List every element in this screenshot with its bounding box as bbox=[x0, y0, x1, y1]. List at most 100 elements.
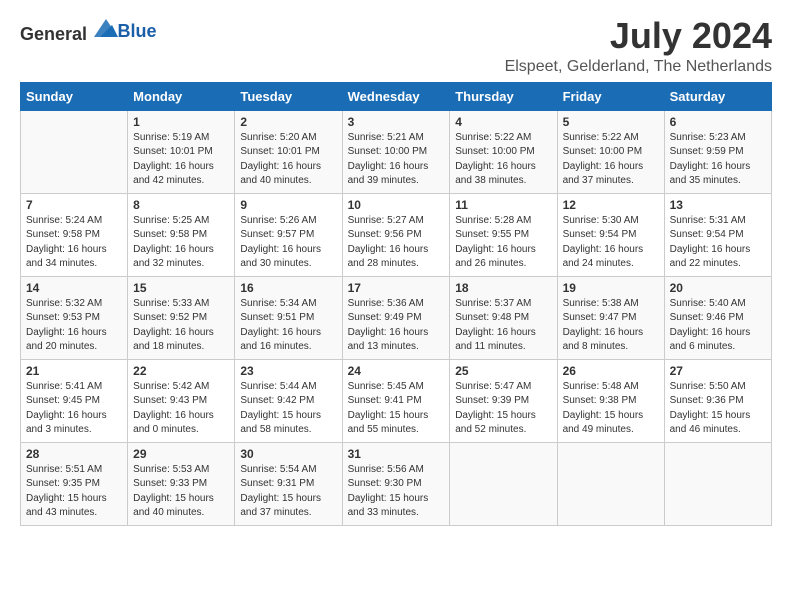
calendar-cell: 17 Sunrise: 5:36 AMSunset: 9:49 PMDayligh… bbox=[342, 276, 450, 359]
day-number: 4 bbox=[455, 115, 551, 129]
day-info: Sunrise: 5:21 AMSunset: 10:00 PMDaylight… bbox=[348, 131, 445, 189]
calendar-header-row: SundayMondayTuesdayWednesdayThursdayFrid… bbox=[21, 82, 772, 110]
calendar-cell: 31 Sunrise: 5:56 AMSunset: 9:30 PMDayligh… bbox=[342, 442, 450, 525]
calendar-cell: 1Sunrise: 5:19 AMSunset: 10:01 PMDayligh… bbox=[128, 110, 235, 193]
column-header-wednesday: Wednesday bbox=[342, 82, 450, 110]
day-info: Sunrise: 5:45 AMSunset: 9:41 PMDaylight:… bbox=[348, 380, 445, 438]
calendar-table: SundayMondayTuesdayWednesdayThursdayFrid… bbox=[20, 82, 772, 526]
day-info: Sunrise: 5:41 AMSunset: 9:45 PMDaylight:… bbox=[26, 380, 122, 438]
calendar-body: 1Sunrise: 5:19 AMSunset: 10:01 PMDayligh… bbox=[21, 110, 772, 525]
day-number: 27 bbox=[670, 364, 766, 378]
calendar-cell: 20 Sunrise: 5:40 AMSunset: 9:46 PMDayligh… bbox=[664, 276, 771, 359]
calendar-cell: 9 Sunrise: 5:26 AMSunset: 9:57 PMDaylight… bbox=[235, 193, 342, 276]
day-info: Sunrise: 5:28 AMSunset: 9:55 PMDaylight:… bbox=[455, 214, 551, 272]
day-number: 29 bbox=[133, 447, 229, 461]
day-info: Sunrise: 5:38 AMSunset: 9:47 PMDaylight:… bbox=[563, 297, 659, 355]
month-title: July 2024 bbox=[505, 16, 772, 56]
calendar-cell: 19Sunrise: 5:38 AMSunset: 9:47 PMDayligh… bbox=[557, 276, 664, 359]
page-header: General Blue July 2024 Elspeet, Gelderla… bbox=[20, 16, 772, 76]
calendar-cell bbox=[664, 442, 771, 525]
day-number: 5 bbox=[563, 115, 659, 129]
day-number: 18 bbox=[455, 281, 551, 295]
calendar-cell: 11 Sunrise: 5:28 AMSunset: 9:55 PMDayligh… bbox=[450, 193, 557, 276]
day-number: 9 bbox=[240, 198, 336, 212]
title-area: July 2024 Elspeet, Gelderland, The Nethe… bbox=[505, 16, 772, 76]
day-number: 10 bbox=[348, 198, 445, 212]
day-info: Sunrise: 5:22 AMSunset: 10:00 PMDaylight… bbox=[563, 131, 659, 189]
column-header-monday: Monday bbox=[128, 82, 235, 110]
column-header-tuesday: Tuesday bbox=[235, 82, 342, 110]
logo-icon bbox=[94, 16, 118, 40]
day-info: Sunrise: 5:40 AMSunset: 9:46 PMDaylight:… bbox=[670, 297, 766, 355]
calendar-cell: 27 Sunrise: 5:50 AMSunset: 9:36 PMDayligh… bbox=[664, 359, 771, 442]
calendar-cell: 4 Sunrise: 5:22 AMSunset: 10:00 PMDayligh… bbox=[450, 110, 557, 193]
day-info: Sunrise: 5:56 AMSunset: 9:30 PMDaylight:… bbox=[348, 463, 445, 521]
day-info: Sunrise: 5:47 AMSunset: 9:39 PMDaylight:… bbox=[455, 380, 551, 438]
day-number: 17 bbox=[348, 281, 445, 295]
calendar-cell: 29 Sunrise: 5:53 AMSunset: 9:33 PMDayligh… bbox=[128, 442, 235, 525]
day-number: 23 bbox=[240, 364, 336, 378]
day-info: Sunrise: 5:31 AMSunset: 9:54 PMDaylight:… bbox=[670, 214, 766, 272]
calendar-cell: 23Sunrise: 5:44 AMSunset: 9:42 PMDayligh… bbox=[235, 359, 342, 442]
calendar-cell: 2Sunrise: 5:20 AMSunset: 10:01 PMDayligh… bbox=[235, 110, 342, 193]
day-number: 21 bbox=[26, 364, 122, 378]
location-subtitle: Elspeet, Gelderland, The Netherlands bbox=[505, 58, 772, 76]
calendar-cell: 16 Sunrise: 5:34 AMSunset: 9:51 PMDayligh… bbox=[235, 276, 342, 359]
calendar-cell: 13 Sunrise: 5:31 AMSunset: 9:54 PMDayligh… bbox=[664, 193, 771, 276]
day-number: 13 bbox=[670, 198, 766, 212]
calendar-cell bbox=[557, 442, 664, 525]
day-number: 20 bbox=[670, 281, 766, 295]
day-info: Sunrise: 5:27 AMSunset: 9:56 PMDaylight:… bbox=[348, 214, 445, 272]
calendar-cell: 22Sunrise: 5:42 AMSunset: 9:43 PMDayligh… bbox=[128, 359, 235, 442]
calendar-week-row: 1Sunrise: 5:19 AMSunset: 10:01 PMDayligh… bbox=[21, 110, 772, 193]
calendar-week-row: 21 Sunrise: 5:41 AMSunset: 9:45 PMDayligh… bbox=[21, 359, 772, 442]
logo-general: General bbox=[20, 24, 87, 44]
calendar-cell: 15Sunrise: 5:33 AMSunset: 9:52 PMDayligh… bbox=[128, 276, 235, 359]
calendar-cell: 14Sunrise: 5:32 AMSunset: 9:53 PMDayligh… bbox=[21, 276, 128, 359]
day-number: 24 bbox=[348, 364, 445, 378]
day-info: Sunrise: 5:54 AMSunset: 9:31 PMDaylight:… bbox=[240, 463, 336, 521]
day-info: Sunrise: 5:25 AMSunset: 9:58 PMDaylight:… bbox=[133, 214, 229, 272]
day-number: 16 bbox=[240, 281, 336, 295]
day-number: 22 bbox=[133, 364, 229, 378]
day-info: Sunrise: 5:23 AMSunset: 9:59 PMDaylight:… bbox=[670, 131, 766, 189]
calendar-cell: 6Sunrise: 5:23 AMSunset: 9:59 PMDaylight… bbox=[664, 110, 771, 193]
day-info: Sunrise: 5:50 AMSunset: 9:36 PMDaylight:… bbox=[670, 380, 766, 438]
day-number: 8 bbox=[133, 198, 229, 212]
calendar-cell: 24 Sunrise: 5:45 AMSunset: 9:41 PMDayligh… bbox=[342, 359, 450, 442]
column-header-friday: Friday bbox=[557, 82, 664, 110]
logo: General Blue bbox=[20, 16, 157, 45]
calendar-cell: 3 Sunrise: 5:21 AMSunset: 10:00 PMDayligh… bbox=[342, 110, 450, 193]
calendar-week-row: 28 Sunrise: 5:51 AMSunset: 9:35 PMDayligh… bbox=[21, 442, 772, 525]
calendar-cell: 10 Sunrise: 5:27 AMSunset: 9:56 PMDayligh… bbox=[342, 193, 450, 276]
day-info: Sunrise: 5:34 AMSunset: 9:51 PMDaylight:… bbox=[240, 297, 336, 355]
day-number: 1 bbox=[133, 115, 229, 129]
column-header-sunday: Sunday bbox=[21, 82, 128, 110]
day-number: 26 bbox=[563, 364, 659, 378]
day-info: Sunrise: 5:22 AMSunset: 10:00 PMDaylight… bbox=[455, 131, 551, 189]
day-number: 14 bbox=[26, 281, 122, 295]
day-info: Sunrise: 5:26 AMSunset: 9:57 PMDaylight:… bbox=[240, 214, 336, 272]
calendar-cell: 7Sunrise: 5:24 AMSunset: 9:58 PMDaylight… bbox=[21, 193, 128, 276]
day-number: 7 bbox=[26, 198, 122, 212]
day-info: Sunrise: 5:53 AMSunset: 9:33 PMDaylight:… bbox=[133, 463, 229, 521]
column-header-thursday: Thursday bbox=[450, 82, 557, 110]
day-info: Sunrise: 5:36 AMSunset: 9:49 PMDaylight:… bbox=[348, 297, 445, 355]
calendar-cell bbox=[450, 442, 557, 525]
day-number: 15 bbox=[133, 281, 229, 295]
calendar-cell: 25 Sunrise: 5:47 AMSunset: 9:39 PMDayligh… bbox=[450, 359, 557, 442]
calendar-cell: 30Sunrise: 5:54 AMSunset: 9:31 PMDayligh… bbox=[235, 442, 342, 525]
column-header-saturday: Saturday bbox=[664, 82, 771, 110]
day-info: Sunrise: 5:48 AMSunset: 9:38 PMDaylight:… bbox=[563, 380, 659, 438]
day-number: 3 bbox=[348, 115, 445, 129]
calendar-cell bbox=[21, 110, 128, 193]
day-number: 11 bbox=[455, 198, 551, 212]
day-number: 25 bbox=[455, 364, 551, 378]
day-number: 31 bbox=[348, 447, 445, 461]
calendar-cell: 12Sunrise: 5:30 AMSunset: 9:54 PMDayligh… bbox=[557, 193, 664, 276]
day-number: 28 bbox=[26, 447, 122, 461]
day-info: Sunrise: 5:51 AMSunset: 9:35 PMDaylight:… bbox=[26, 463, 122, 521]
calendar-cell: 21 Sunrise: 5:41 AMSunset: 9:45 PMDayligh… bbox=[21, 359, 128, 442]
logo-blue: Blue bbox=[118, 22, 157, 40]
calendar-week-row: 7Sunrise: 5:24 AMSunset: 9:58 PMDaylight… bbox=[21, 193, 772, 276]
